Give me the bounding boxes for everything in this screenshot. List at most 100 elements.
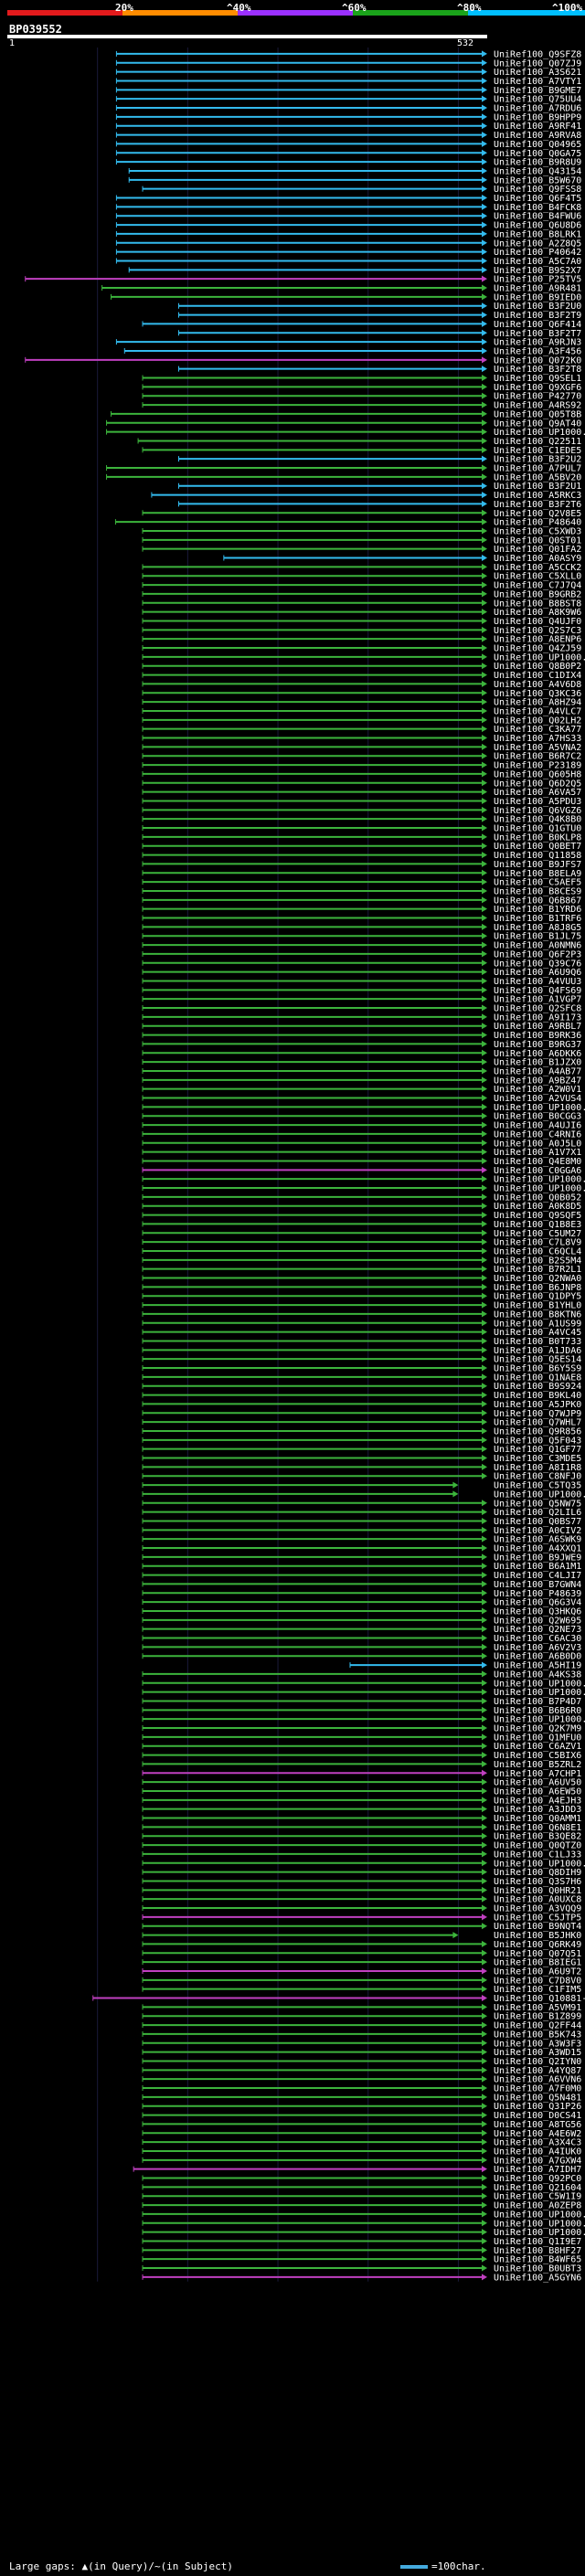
- hit-end-arrow: [482, 1247, 487, 1255]
- hit-end-arrow: [482, 2274, 487, 2281]
- hit-end-arrow: [482, 446, 487, 453]
- hit-end-arrow: [482, 1203, 487, 1210]
- hit-end-arrow: [482, 1509, 487, 1516]
- hit-end-arrow: [482, 1869, 487, 1876]
- hit-end-arrow: [482, 464, 487, 472]
- hit-end-arrow: [452, 1932, 459, 1939]
- hit-end-arrow: [482, 1697, 487, 1704]
- hit-end-arrow: [482, 726, 487, 733]
- hit-end-arrow: [482, 392, 487, 399]
- hit-end-arrow: [482, 1995, 487, 2002]
- hit-end-arrow: [482, 1886, 487, 1893]
- hit-end-arrow: [482, 743, 487, 750]
- hit-end-arrow: [482, 2112, 487, 2119]
- hit-end-arrow: [482, 249, 487, 256]
- hit-end-arrow: [482, 1320, 487, 1327]
- hit-end-arrow: [482, 969, 487, 976]
- hit-end-arrow: [482, 2157, 487, 2164]
- hit-end-arrow: [482, 212, 487, 219]
- hit-end-arrow: [482, 2049, 487, 2056]
- hit-end-arrow: [482, 2040, 487, 2047]
- hit-end-arrow: [482, 852, 487, 859]
- hit-end-arrow: [482, 2201, 487, 2209]
- hit-end-arrow: [482, 50, 487, 58]
- hit-end-arrow: [482, 635, 487, 642]
- hit-end-arrow: [482, 995, 487, 1002]
- hit-end-arrow: [482, 770, 487, 778]
- hit-end-arrow: [482, 896, 487, 904]
- hit-end-arrow: [482, 1013, 487, 1021]
- hit-end-arrow: [482, 1752, 487, 1759]
- hit-end-arrow: [482, 860, 487, 867]
- hit-end-arrow: [482, 1427, 487, 1435]
- hit-end-arrow: [482, 2094, 487, 2101]
- legend-label-20: 20%: [115, 2, 133, 14]
- hit-end-arrow: [482, 906, 487, 913]
- hit-end-arrow: [482, 1806, 487, 1813]
- hit-end-arrow: [482, 1409, 487, 1416]
- hit-end-arrow: [482, 1058, 487, 1065]
- hit-end-arrow: [482, 356, 487, 364]
- hit-end-arrow: [482, 680, 487, 687]
- hit-end-arrow: [482, 1850, 487, 1858]
- hit-end-arrow: [482, 1076, 487, 1084]
- hit-end-arrow: [482, 482, 487, 490]
- legend-band-green: [353, 10, 468, 16]
- hit-end-arrow: [482, 1923, 487, 1930]
- hit-end-arrow: [482, 626, 487, 633]
- hit-end-arrow: [482, 1904, 487, 1912]
- hit-end-arrow: [482, 698, 487, 705]
- identity-legend-gradient: [7, 10, 585, 16]
- hit-label[interactable]: UniRef100_A5GYN6: [494, 2273, 581, 2283]
- hit-end-arrow: [482, 2192, 487, 2200]
- hit-end-arrow: [482, 257, 487, 264]
- hit-end-arrow: [482, 1301, 487, 1309]
- hit-end-arrow: [482, 1832, 487, 1839]
- hit-end-arrow: [482, 1797, 487, 1804]
- hit-end-arrow: [482, 716, 487, 724]
- hit-end-arrow: [482, 1778, 487, 1786]
- hit-end-arrow: [482, 1949, 487, 1956]
- hit-end-arrow: [482, 1130, 487, 1138]
- hit-end-arrow: [482, 1670, 487, 1678]
- hit-end-arrow: [482, 617, 487, 624]
- hit-end-arrow: [482, 410, 487, 418]
- hit-end-arrow: [482, 1392, 487, 1399]
- hit-end-arrow: [482, 1292, 487, 1299]
- hit-end-arrow: [482, 1958, 487, 1966]
- hit-end-arrow: [482, 1500, 487, 1507]
- hit-end-arrow: [482, 95, 487, 102]
- hit-end-arrow: [482, 1580, 487, 1587]
- hit-end-arrow: [482, 1661, 487, 1669]
- hit-end-arrow: [482, 2003, 487, 2010]
- hit-end-arrow: [482, 312, 487, 319]
- hit-end-arrow: [482, 1049, 487, 1056]
- query-bar: [7, 35, 487, 38]
- alignment-chart: UniRef100_Q9SFZ8UniRef100_Q07ZJ9UniRef10…: [25, 48, 585, 2283]
- legend-band-red: [7, 10, 122, 16]
- hit-end-arrow: [482, 1418, 487, 1426]
- hit-end-arrow: [482, 1157, 487, 1164]
- hit-end-arrow: [482, 1535, 487, 1542]
- hit-end-arrow: [482, 644, 487, 652]
- hit-end-arrow: [482, 2175, 487, 2182]
- hit-end-arrow: [482, 1004, 487, 1012]
- hit-end-arrow: [482, 1140, 487, 1147]
- hit-end-arrow: [482, 338, 487, 345]
- legend-label-100: ^100%: [552, 2, 583, 14]
- hit-end-arrow: [482, 869, 487, 876]
- hit-end-arrow: [482, 455, 487, 462]
- hit-end-arrow: [482, 1913, 487, 1921]
- hit-end-arrow: [482, 1067, 487, 1075]
- hit-end-arrow: [482, 672, 487, 679]
- hit-end-arrow: [482, 266, 487, 273]
- hit-end-arrow: [482, 653, 487, 661]
- hit-end-arrow: [482, 1364, 487, 1372]
- hit-end-arrow: [482, 959, 487, 967]
- hit-end-arrow: [482, 923, 487, 930]
- hit-end-arrow: [482, 284, 487, 292]
- hit-end-arrow: [482, 572, 487, 579]
- hit-end-arrow: [482, 1103, 487, 1110]
- hit-end-arrow: [482, 320, 487, 327]
- footer-scale-swatch: [400, 2565, 428, 2569]
